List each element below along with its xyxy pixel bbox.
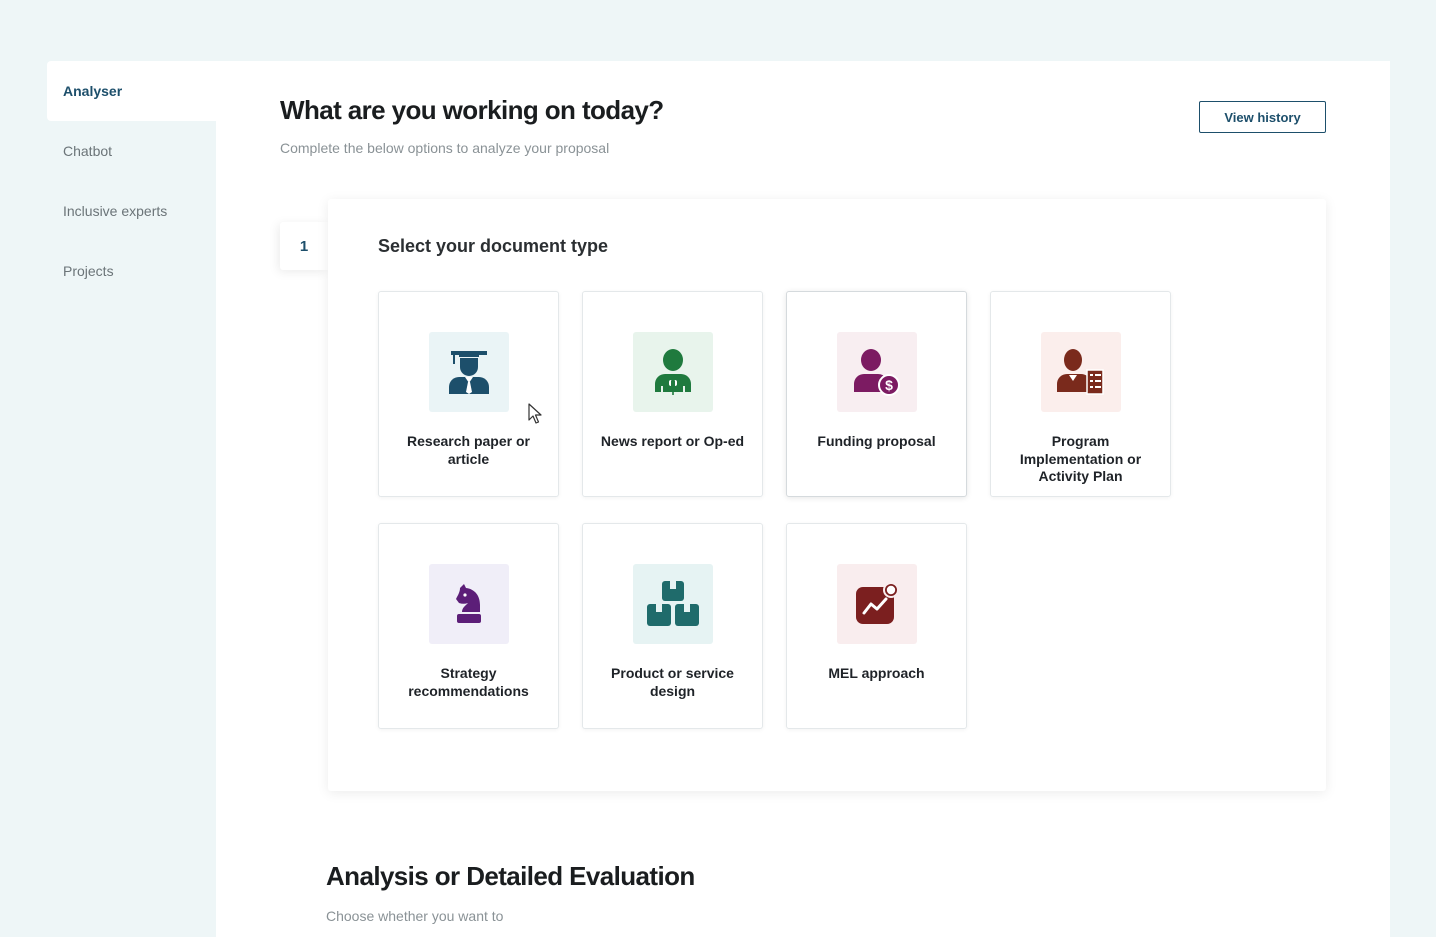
tile-product-design[interactable]: Product or service design: [582, 523, 763, 729]
sidebar-item-label: Chatbot: [63, 143, 113, 159]
tile-label: Product or service design: [611, 665, 734, 699]
reporter-icon: [633, 332, 713, 412]
sidebar-item-chatbot[interactable]: Chatbot: [47, 121, 216, 181]
tile-program-plan[interactable]: Program Implementation or Activity Plan: [990, 291, 1171, 497]
tile-strategy[interactable]: Strategy recommendations: [378, 523, 559, 729]
tile-news-report[interactable]: News report or Op-ed: [582, 291, 763, 497]
planner-icon: [1041, 332, 1121, 412]
sidebar-item-projects[interactable]: Projects: [47, 241, 216, 301]
step-title: Select your document type: [378, 236, 609, 256]
view-history-button[interactable]: View history: [1199, 101, 1326, 133]
chess-knight-icon: [429, 564, 509, 644]
tile-funding-proposal[interactable]: $ Funding proposal: [786, 291, 967, 497]
mouse-cursor-icon: [528, 403, 542, 430]
sidebar-item-analyser[interactable]: Analyser: [47, 61, 216, 121]
sidebar: Analyser Chatbot Inclusive experts Proje…: [47, 61, 216, 937]
sidebar-item-label: Inclusive experts: [63, 203, 168, 219]
sidebar-item-inclusive-experts[interactable]: Inclusive experts: [47, 181, 216, 241]
document-type-card: Select your document type Research paper…: [328, 199, 1326, 791]
sidebar-item-label: Analyser: [63, 83, 123, 99]
tile-research-paper[interactable]: Research paper or article: [378, 291, 559, 497]
tile-label: MEL approach: [828, 665, 925, 681]
tile-label: News report or Op-ed: [600, 433, 745, 449]
svg-text:$: $: [885, 377, 893, 393]
chart-icon: [837, 564, 917, 644]
boxes-icon: [633, 564, 713, 644]
section-title: Analysis or Detailed Evaluation: [326, 861, 695, 891]
page-subtitle: Complete the below options to analyze yo…: [280, 140, 610, 156]
section-subtitle: Choose whether you want to: [326, 908, 504, 924]
page-title: What are you working on today?: [280, 95, 664, 125]
step-number-badge: 1: [280, 222, 328, 270]
tile-label: Strategy recommendations: [408, 665, 529, 699]
main-panel: What are you working on today? Complete …: [216, 61, 1390, 937]
funding-icon: $: [837, 332, 917, 412]
graduate-icon: [429, 332, 509, 412]
tile-label: Program Implementation or Activity Plan: [1019, 433, 1142, 484]
tile-label: Funding proposal: [817, 433, 936, 449]
tile-mel-approach[interactable]: MEL approach: [786, 523, 967, 729]
sidebar-item-label: Projects: [63, 263, 114, 279]
tile-label: Research paper or article: [407, 433, 530, 467]
